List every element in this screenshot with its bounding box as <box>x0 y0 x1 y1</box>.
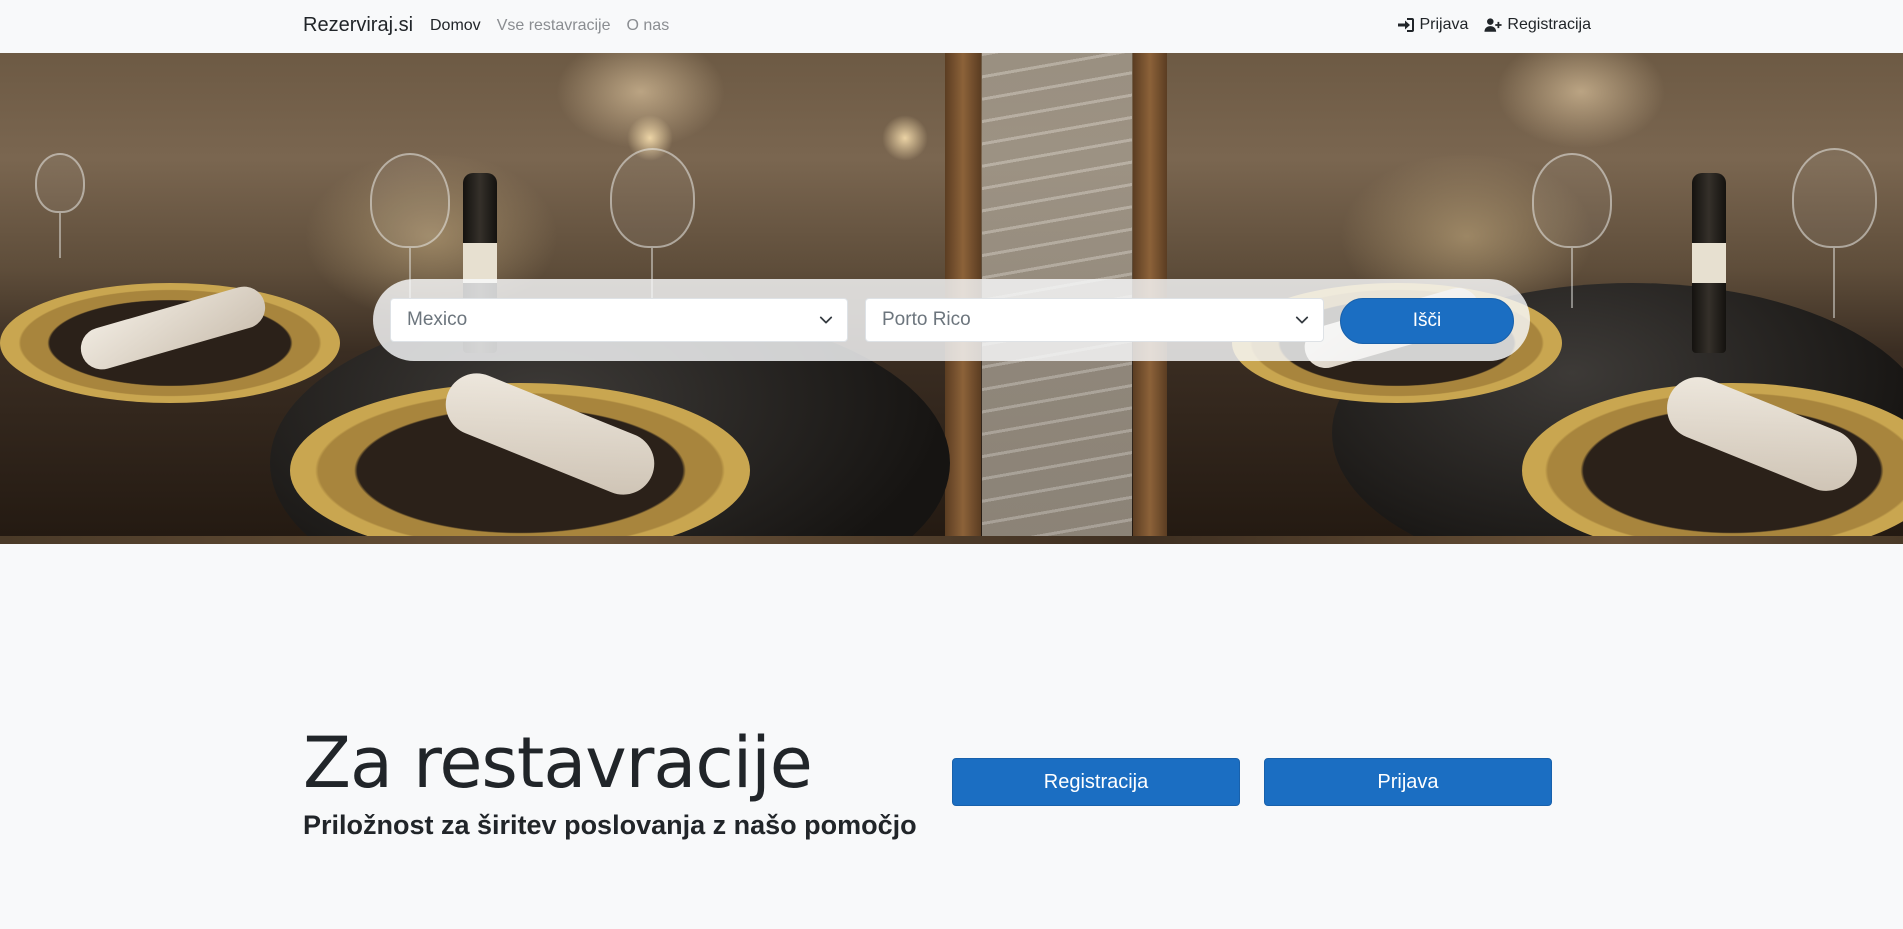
restaurant-login-button[interactable]: Prijava <box>1264 758 1552 806</box>
chevron-down-icon <box>819 316 833 324</box>
search-button[interactable]: Išči <box>1340 298 1514 344</box>
chevron-down-icon <box>1295 316 1309 324</box>
login-link[interactable]: Prijava <box>1397 16 1469 34</box>
restaurant-register-button[interactable]: Registracija <box>952 758 1240 806</box>
register-link[interactable]: Registracija <box>1484 16 1591 34</box>
sign-in-icon <box>1397 18 1414 32</box>
navbar: Rezerviraj.si Domov Vse restavracije O n… <box>0 0 1903 53</box>
register-link-label: Registracija <box>1507 16 1591 33</box>
city-select[interactable]: Porto Rico <box>865 298 1324 342</box>
brand-logo[interactable]: Rezerviraj.si <box>303 14 413 37</box>
city-select-value: Porto Rico <box>882 309 971 330</box>
country-select-value: Mexico <box>407 309 468 330</box>
restaurants-cta-title: Za restavracije <box>303 722 813 804</box>
nav-links: Domov Vse restavracije O nas <box>430 17 669 35</box>
nav-link-all-restaurants[interactable]: Vse restavracije <box>497 17 611 35</box>
search-bar: Mexico Porto Rico Išči <box>373 279 1530 361</box>
auth-links: Prijava Registracija <box>1397 16 1591 34</box>
user-plus-icon <box>1484 18 1502 32</box>
login-link-label: Prijava <box>1419 16 1469 33</box>
restaurants-cta-subtitle: Priložnost za širitev poslovanja z našo … <box>303 810 917 840</box>
nav-link-about[interactable]: O nas <box>627 17 670 35</box>
country-select[interactable]: Mexico <box>390 298 848 342</box>
hero-bottom-strip <box>0 536 1903 544</box>
nav-link-home[interactable]: Domov <box>430 17 481 35</box>
